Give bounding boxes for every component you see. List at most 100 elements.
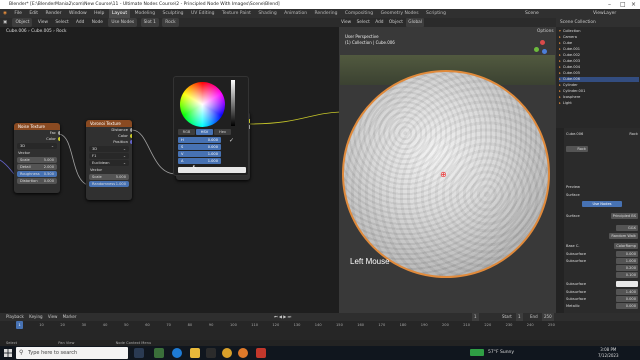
eyedropper-icon[interactable]: ✓ — [229, 137, 234, 144]
timeline-menu-marker[interactable]: Marker — [61, 313, 79, 321]
prop-row-3[interactable]: 0.100 — [566, 272, 638, 278]
outliner-item-light[interactable]: ▸ Light — [559, 101, 572, 106]
timeline-menu-playback[interactable]: Playback — [4, 313, 26, 321]
outliner-item-camera[interactable]: ▸ Camera — [559, 35, 577, 40]
task-view-icon[interactable] — [134, 348, 144, 358]
saturation-field[interactable]: S 0.000 — [178, 144, 221, 150]
orientation-dropdown[interactable]: Global — [406, 18, 425, 27]
surface-shader-value[interactable]: Principled BS — [610, 213, 638, 219]
material-slot-row[interactable]: Rock — [566, 146, 638, 152]
surface-shader-row[interactable]: Surface Principled BS — [566, 213, 638, 219]
prop-color-swatch[interactable] — [616, 281, 638, 287]
prop-row-0[interactable]: Subsurface 0.000 — [566, 251, 638, 257]
preview-panel-header[interactable]: Preview — [566, 184, 638, 190]
outliner-item-cube-004[interactable]: ▸ Cube.004 — [559, 65, 580, 70]
gizmo-y-axis-icon[interactable] — [534, 47, 539, 52]
base-color-row[interactable]: Base C. ColorRamp — [566, 243, 638, 249]
prop-value[interactable]: 0.000 — [616, 303, 638, 309]
outliner-item-cube-003[interactable]: ▸ Cube.003 — [559, 59, 580, 64]
recorder-app-icon[interactable] — [256, 348, 266, 358]
outliner-item-cube[interactable]: ▸ Cube — [559, 41, 572, 46]
weather-widget[interactable]: 57°F Sunny — [488, 346, 514, 360]
voronoi-randomness-field[interactable]: Randomness 1.000 — [89, 181, 129, 187]
socket-icon[interactable] — [130, 134, 132, 138]
voronoi-metric-dropdown[interactable]: Euclidean ⌄ — [89, 160, 129, 166]
base-color-value[interactable]: ColorRamp — [614, 243, 638, 249]
outliner-item-cube-001[interactable]: ▸ Cube.001 — [559, 47, 580, 52]
color-picker-popup[interactable]: RGB HSV Hex H 0.000 S 0.000 V 1.000 A 1.000 … — [173, 76, 249, 176]
tab-rgb[interactable]: RGB — [178, 129, 195, 135]
prop-value[interactable]: 0.000 — [616, 251, 638, 257]
value-slider[interactable] — [231, 80, 235, 126]
socket-icon[interactable] — [58, 131, 60, 135]
color-swatch-bar[interactable] — [178, 167, 246, 173]
outliner-item-cube-006[interactable]: ▸ Cube.006 — [559, 77, 639, 82]
color-wheel[interactable] — [180, 82, 225, 127]
prop-row-metallic[interactable]: Metallic 0.000 — [566, 303, 638, 309]
options-dropdown[interactable]: Options — [535, 27, 556, 36]
file-explorer-icon[interactable] — [190, 348, 200, 358]
prop-row-6[interactable]: Subsurface 0.000 — [566, 296, 638, 302]
viewport-menu-view[interactable]: View — [339, 18, 353, 27]
outliner-item-cylinder[interactable]: ▸ Cylinder — [559, 83, 578, 88]
use-nodes-button[interactable]: Use Nodes — [582, 201, 622, 207]
app-icon-1[interactable] — [154, 348, 164, 358]
distribution-value[interactable]: GGX — [616, 225, 638, 231]
noise-distortion-field[interactable]: Distortion 0.000 — [17, 178, 57, 184]
chrome-icon[interactable] — [222, 348, 232, 358]
prop-row-4[interactable]: Subsurface — [566, 281, 638, 287]
value-field[interactable]: V 1.000 — [178, 151, 221, 157]
prop-row-5[interactable]: Subsurface 1.400 — [566, 289, 638, 295]
socket-icon[interactable] — [58, 137, 60, 141]
prop-row-2[interactable]: 0.200 — [566, 265, 638, 271]
store-icon[interactable] — [206, 348, 216, 358]
subsurface-method-value[interactable]: Random Walk — [609, 233, 638, 239]
prop-value[interactable]: 0.200 — [616, 265, 638, 271]
gizmo-z-axis-icon[interactable] — [542, 49, 547, 54]
play-controls-icon[interactable]: ⏮ ◀ ▶ ⏭ — [272, 313, 293, 321]
surface-panel-header[interactable]: Surface — [566, 192, 638, 198]
timeline-menu-keying[interactable]: Keying — [27, 313, 44, 321]
material-slot-value[interactable]: Rock — [566, 146, 588, 152]
noise-texture-node[interactable]: Noise Texture Fac Color 3D ⌄ Vector Scale… — [14, 123, 60, 193]
outliner-item-cylinder-001[interactable]: ▸ Cylinder.001 — [559, 89, 585, 94]
gizmo-x-axis-icon[interactable] — [540, 40, 545, 45]
outliner-item-icosphere[interactable]: ▸ Icosphere — [559, 95, 580, 100]
viewport-menu-select[interactable]: Select — [355, 18, 372, 27]
noise-detail-field[interactable]: Detail 2.000 — [17, 164, 57, 170]
distribution-row[interactable]: GGX — [566, 225, 638, 231]
viewport-menu-add[interactable]: Add — [373, 18, 385, 27]
taskbar-search-input[interactable]: Type here to search — [16, 347, 128, 359]
socket-icon[interactable] — [130, 128, 132, 132]
end-frame-field[interactable]: 250 — [542, 313, 554, 321]
viewport-menu-object[interactable]: Object — [387, 18, 405, 27]
subsurface-method-row[interactable]: Random Walk — [566, 233, 638, 239]
prop-value[interactable]: 0.100 — [616, 272, 638, 278]
voronoi-scale-field[interactable]: Scale 5.000 — [89, 174, 129, 180]
blender-app-icon[interactable] — [238, 348, 248, 358]
socket-icon[interactable] — [130, 140, 132, 144]
voronoi-dimensions-dropdown[interactable]: 3D ⌄ — [89, 146, 129, 152]
noise-scale-field[interactable]: Scale 5.000 — [17, 157, 57, 163]
system-clock[interactable]: 3:08 PM 7/12/2023 — [598, 347, 619, 359]
use-nodes-row[interactable]: Use Nodes — [566, 201, 638, 207]
alpha-field[interactable]: A 1.000 — [178, 158, 221, 164]
playhead[interactable]: 1 — [16, 321, 23, 329]
outliner-item-collection[interactable]: ▾ Collection — [559, 29, 581, 34]
timeline-menu-view[interactable]: View — [46, 313, 60, 321]
properties-tabs[interactable] — [556, 128, 564, 313]
prop-row-1[interactable]: Subsurface 1.000 — [566, 258, 638, 264]
start-frame-field[interactable]: 1 — [516, 313, 523, 321]
tab-hsv[interactable]: HSV — [196, 129, 213, 135]
outliner-item-cube-005[interactable]: ▸ Cube.005 — [559, 71, 580, 76]
tab-hex[interactable]: Hex — [214, 129, 231, 135]
outliner-item-cube-002[interactable]: ▸ Cube.002 — [559, 53, 580, 58]
timeline-ruler[interactable]: 1102030405060708090100110120130140150160… — [0, 321, 640, 331]
noise-roughness-field[interactable]: Roughness 0.500 — [17, 171, 57, 177]
voronoi-feature-dropdown[interactable]: F1 ⌄ — [89, 153, 129, 159]
prop-value[interactable]: 1.400 — [616, 289, 638, 295]
windows-start-icon[interactable] — [4, 349, 12, 357]
prop-value[interactable]: 0.000 — [616, 296, 638, 302]
noise-mode-dropdown[interactable]: 3D ⌄ — [17, 143, 57, 149]
current-frame-field[interactable]: 1 — [472, 313, 479, 321]
